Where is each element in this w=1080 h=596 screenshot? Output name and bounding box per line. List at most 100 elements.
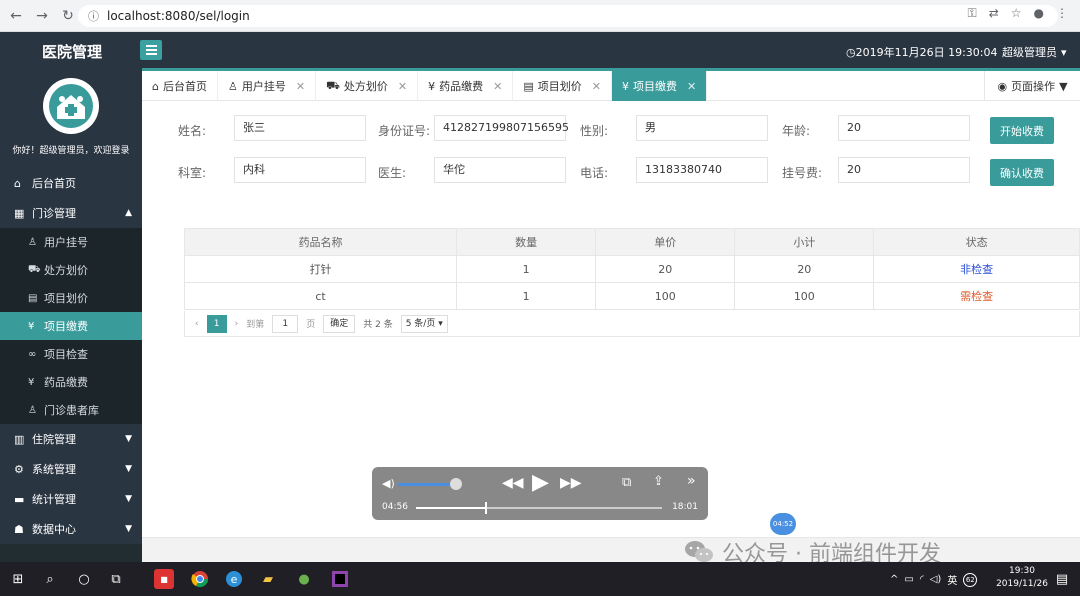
id-label: 身份证号: xyxy=(378,124,431,138)
close-icon[interactable]: ✕ xyxy=(687,80,696,93)
share-icon[interactable]: ⇪ xyxy=(653,474,664,489)
user-dropdown[interactable]: 超级管理员 xyxy=(1002,44,1067,60)
notification-badge[interactable]: 62 xyxy=(963,572,978,587)
picture-in-picture-icon[interactable]: ⧉ xyxy=(622,475,631,490)
cortana-icon[interactable]: ○ xyxy=(74,569,94,589)
app-green-icon[interactable]: ● xyxy=(294,569,314,589)
task-view-icon[interactable]: ⧉ xyxy=(106,569,126,589)
building-icon: ▥ xyxy=(14,432,25,446)
chevron-up-icon[interactable]: ^ xyxy=(890,574,898,585)
close-icon[interactable]: ✕ xyxy=(493,80,502,93)
database-icon: ☗ xyxy=(14,522,24,536)
col-header-price[interactable]: 单价 xyxy=(595,228,736,256)
goto-confirm-button[interactable]: 确定 xyxy=(323,314,356,333)
profile-icon[interactable]: ● xyxy=(1034,6,1044,21)
battery-icon[interactable]: ▭ xyxy=(904,574,913,585)
search-icon[interactable]: ⌕ xyxy=(40,569,60,589)
caret-down-icon: ▼ xyxy=(125,464,132,474)
sidebar-item-outpatient[interactable]: ▦ 门诊管理 ▲ xyxy=(0,198,142,228)
address-bar[interactable]: ⓘ localhost:8080/sel/login xyxy=(78,5,1058,27)
sidebar-item-home[interactable]: ⌂ 后台首页 xyxy=(0,168,142,198)
name-input[interactable]: 张三 xyxy=(234,115,366,141)
sidebar-subitem-drug-payment[interactable]: ¥ 药品缴费 xyxy=(0,368,142,396)
cell-status: 需检查 xyxy=(873,282,1080,310)
table-row[interactable]: ct 1 100 100 需检查 xyxy=(183,282,1080,310)
tab-prescription[interactable]: ⛟ 处方划价 ✕ xyxy=(316,71,419,101)
star-icon[interactable]: ☆ xyxy=(1011,6,1022,21)
sidebar-item-system[interactable]: ⚙ 系统管理 ▼ xyxy=(0,454,142,484)
volume-icon[interactable]: ◀) xyxy=(382,477,395,490)
taskbar-clock[interactable]: 19:30 2019/11/26 xyxy=(992,565,1052,591)
menu-dots-icon[interactable]: ⋮ xyxy=(1056,6,1068,21)
folder-icon[interactable]: ▰ xyxy=(258,569,278,589)
more-chevron-icon[interactable]: » xyxy=(687,473,696,489)
sidebar-subitem-patient-db[interactable]: ♙ 门诊患者库 xyxy=(0,396,142,424)
key-icon[interactable]: ⚿ xyxy=(968,6,977,21)
sidebar-item-statistics[interactable]: ▬ 统计管理 ▼ xyxy=(0,484,142,514)
idea-icon[interactable] xyxy=(330,569,350,589)
video-progress-bar[interactable] xyxy=(416,502,662,514)
ie-icon[interactable]: e xyxy=(224,569,244,589)
sidebar: 你好！超级管理员，欢迎登录 ⌂ 后台首页 ▦ 门诊管理 ▲ ♙ 用户挂号 ⛟ 处… xyxy=(0,68,142,562)
speaker-icon[interactable]: ◁) xyxy=(930,574,942,585)
windows-start-icon[interactable]: ⊞ xyxy=(8,569,28,589)
sidebar-subitem-item-pricing[interactable]: ▤ 项目划价 xyxy=(0,284,142,312)
menu-toggle-button[interactable] xyxy=(140,40,162,60)
caret-down-icon: ▼ xyxy=(1059,79,1068,93)
close-icon[interactable]: ✕ xyxy=(296,80,305,93)
sidebar-subitem-prescription[interactable]: ⛟ 处方划价 xyxy=(0,256,142,284)
app-header: 医院管理 ◷2019年11月26日 19:30:04 超级管理员 xyxy=(0,32,1080,68)
close-icon[interactable]: ✕ xyxy=(398,80,407,93)
tab-drug-payment[interactable]: ¥ 药品缴费 ✕ xyxy=(418,71,514,101)
rewind-icon[interactable]: ◀◀ xyxy=(502,475,524,491)
fee-input[interactable]: 20 xyxy=(838,157,970,183)
action-center-icon[interactable]: ▤ xyxy=(1052,569,1072,589)
prev-page-button[interactable]: ‹ xyxy=(195,319,199,329)
cell-price: 100 xyxy=(595,282,736,310)
close-icon[interactable]: ✕ xyxy=(592,80,601,93)
forward-icon[interactable]: → xyxy=(32,6,52,26)
table-row[interactable]: 打针 1 20 20 非检查 xyxy=(183,255,1080,283)
ime-indicator[interactable]: 英 xyxy=(947,572,957,587)
gender-input[interactable]: 男 xyxy=(636,115,768,141)
start-charge-button[interactable]: 开始收费 xyxy=(990,117,1054,144)
confirm-charge-button[interactable]: 确认收费 xyxy=(990,159,1054,186)
video-progress-knob[interactable] xyxy=(484,502,487,514)
tab-item-payment[interactable]: ¥ 项目缴费 ✕ xyxy=(611,71,708,101)
age-input[interactable]: 20 xyxy=(838,115,970,141)
doctor-input[interactable]: 华佗 xyxy=(434,157,566,183)
id-input[interactable]: 412827199807156595 xyxy=(434,115,569,141)
app-red-icon[interactable]: ■ xyxy=(154,569,174,589)
tab-home[interactable]: ⌂ 后台首页 xyxy=(142,71,218,101)
translate-icon[interactable]: ⇄ xyxy=(989,6,999,21)
phone-input[interactable]: 13183380740 xyxy=(636,157,768,183)
chrome-icon[interactable] xyxy=(190,569,210,589)
col-header-name[interactable]: 药品名称 xyxy=(183,228,458,256)
sidebar-subitem-registration[interactable]: ♙ 用户挂号 xyxy=(0,228,142,256)
col-header-status[interactable]: 状态 xyxy=(873,228,1080,256)
sidebar-item-data-center[interactable]: ☗ 数据中心 ▼ xyxy=(0,514,142,544)
volume-slider[interactable] xyxy=(398,483,456,486)
sidebar-subitem-item-payment[interactable]: ¥ 项目缴费 xyxy=(0,312,142,340)
wifi-icon[interactable]: ◜ xyxy=(920,574,924,585)
tab-registration[interactable]: ♙ 用户挂号 ✕ xyxy=(218,71,317,101)
goto-page-input[interactable]: 1 xyxy=(272,314,299,333)
col-header-subtotal[interactable]: 小计 xyxy=(734,228,875,256)
dept-input[interactable]: 内科 xyxy=(234,157,366,183)
per-page-select[interactable]: 5 条/页 ▾ xyxy=(400,314,448,333)
fast-forward-icon[interactable]: ▶▶ xyxy=(560,475,582,491)
cell-status: 非检查 xyxy=(873,255,1080,283)
page-1-button[interactable]: 1 xyxy=(206,314,227,333)
tab-item-pricing[interactable]: ▤ 项目划价 ✕ xyxy=(513,71,612,101)
page-operations-dropdown[interactable]: ◉ 页面操作 ▼ xyxy=(984,71,1080,101)
back-icon[interactable]: ← xyxy=(6,6,26,26)
play-icon[interactable]: ▶ xyxy=(532,470,549,495)
site-info-icon[interactable]: ⓘ xyxy=(88,8,99,24)
next-page-button[interactable]: › xyxy=(235,319,239,329)
reload-icon[interactable]: ↻ xyxy=(58,6,78,26)
video-progress-fill xyxy=(416,507,485,509)
col-header-qty[interactable]: 数量 xyxy=(456,228,597,256)
volume-knob[interactable] xyxy=(450,478,462,490)
sidebar-item-inpatient[interactable]: ▥ 住院管理 ▼ xyxy=(0,424,142,454)
sidebar-subitem-item-check[interactable]: ∞ 项目检查 xyxy=(0,340,142,368)
